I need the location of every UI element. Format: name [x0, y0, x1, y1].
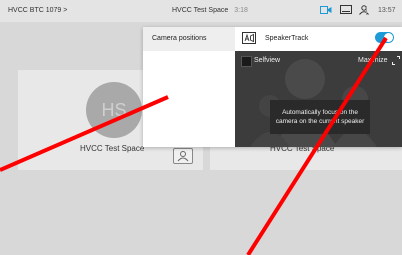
- avatar: HS: [86, 82, 142, 138]
- screen-share-icon[interactable]: [340, 5, 352, 15]
- speakertrack-toggle[interactable]: [375, 32, 394, 43]
- tab-label: Camera positions: [152, 35, 207, 42]
- device-name[interactable]: HVCC BTC 1079 >: [8, 7, 67, 14]
- status-bar: HVCC BTC 1079 > HVCC Test Space 3:18 13:…: [0, 0, 402, 22]
- chevron-right-icon: >: [63, 7, 68, 14]
- speakertrack-tooltip: Automatically focus on the camera on the…: [270, 100, 370, 134]
- clock: 13:57: [378, 7, 396, 14]
- person-icon: [177, 151, 189, 162]
- selfview-label: Selfview: [254, 57, 281, 64]
- speakertrack-label: SpeakerTrack: [265, 35, 309, 42]
- camera-icon[interactable]: [320, 5, 332, 15]
- tooltip-line: Automatically focus on the: [282, 109, 358, 116]
- call-duration: 3:18: [234, 7, 248, 14]
- participants-icon[interactable]: [358, 5, 370, 15]
- participant-name: HVCC Test Space: [80, 144, 145, 153]
- meeting-info: HVCC Test Space 3:18: [172, 7, 248, 14]
- maximize-icon[interactable]: [392, 56, 400, 65]
- participant-icon-button[interactable]: [173, 148, 193, 164]
- toggle-knob: [384, 33, 393, 42]
- speakertrack-row[interactable]: SpeakerTrack: [235, 27, 402, 51]
- speakertrack-icon: [242, 32, 256, 44]
- panel-sidebar: Camera positions: [143, 27, 235, 147]
- selfview-checkbox[interactable]: [241, 56, 252, 67]
- camera-settings: SpeakerTrack Selfview Maximize Automatic…: [235, 27, 402, 147]
- device-name-label: HVCC BTC 1079: [8, 7, 62, 14]
- divider: [366, 6, 367, 15]
- tab-camera-positions[interactable]: Camera positions: [143, 27, 235, 51]
- tooltip-line: camera on the current speaker: [275, 118, 365, 125]
- selfview-preview: Selfview Maximize Automatically focus on…: [235, 51, 402, 147]
- camera-panel: Camera positions SpeakerTrack Selfview M…: [143, 27, 402, 147]
- maximize-label[interactable]: Maximize: [358, 57, 388, 64]
- meeting-name: HVCC Test Space: [172, 7, 229, 14]
